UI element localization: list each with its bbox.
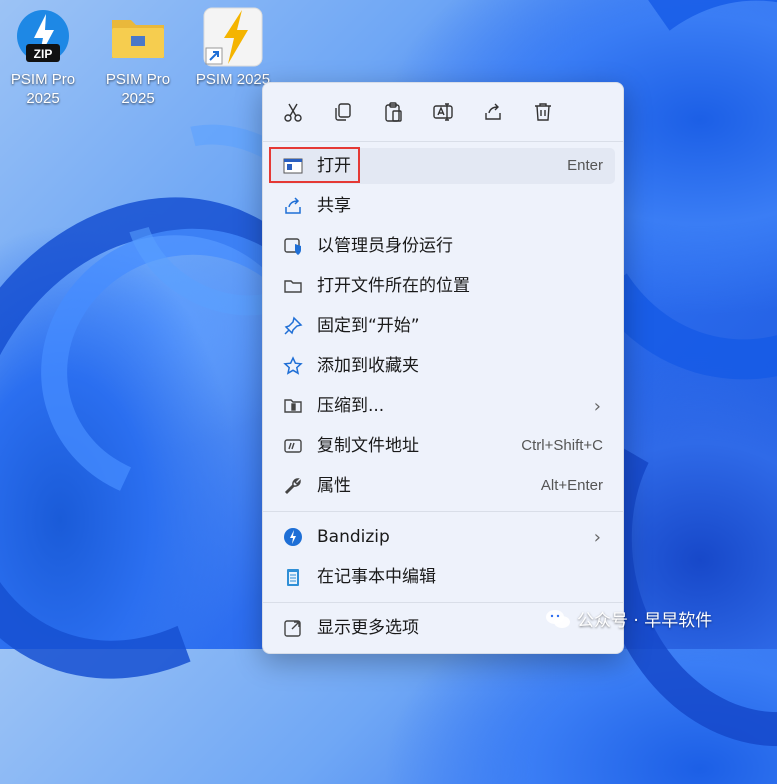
copy-path-icon — [283, 436, 303, 456]
menu-item-properties[interactable]: 属性 Alt+Enter — [269, 468, 615, 504]
zip-archive-icon: ZIP — [12, 6, 74, 68]
paste-icon — [385, 102, 402, 122]
copy-button[interactable] — [327, 97, 359, 127]
desktop-icon-label: PSIM Pro 2025 — [105, 71, 171, 107]
menu-item-copy-file-path[interactable]: 复制文件地址 Ctrl+Shift+C — [269, 428, 615, 464]
desktop-icon-psim-pro-zip[interactable]: ZIP PSIM Pro 2025 — [3, 6, 83, 108]
rename-button[interactable] — [427, 97, 459, 127]
desktop-icon-psim-shortcut[interactable]: PSIM 2025 — [193, 6, 273, 89]
menu-item-edit-in-notepad[interactable]: 在记事本中编辑 — [269, 559, 615, 595]
menu-item-bandizip[interactable]: Bandizip › — [269, 519, 615, 555]
wrench-icon — [283, 476, 303, 496]
menu-item-label: 压缩到... — [317, 396, 385, 416]
menu-divider — [263, 141, 623, 142]
star-icon — [283, 356, 303, 376]
menu-divider — [263, 602, 623, 603]
share-icon — [485, 103, 501, 120]
paste-button[interactable] — [377, 97, 409, 127]
desktop-icon-label: PSIM Pro 2025 — [10, 71, 76, 107]
menu-item-label: 复制文件地址 — [317, 436, 419, 456]
menu-item-label: 以管理员身份运行 — [317, 236, 453, 256]
share-button[interactable] — [477, 97, 509, 127]
menu-item-add-to-favorites[interactable]: 添加到收藏夹 — [269, 348, 615, 384]
context-menu-toolbar — [263, 83, 623, 141]
cut-button[interactable] — [277, 97, 309, 127]
menu-divider — [263, 511, 623, 512]
menu-item-pin-to-start[interactable]: 固定到“开始” — [269, 308, 615, 344]
bandizip-icon — [283, 527, 303, 547]
more-options-icon — [283, 618, 303, 638]
delete-button[interactable] — [527, 97, 559, 127]
copy-icon — [335, 103, 351, 121]
menu-item-label: 打开文件所在的位置 — [317, 276, 470, 296]
menu-item-compress-to[interactable]: 压缩到... › — [269, 388, 615, 424]
desktop-icon-label: PSIM 2025 — [195, 71, 271, 88]
menu-item-shortcut: Ctrl+Shift+C — [521, 437, 603, 454]
trash-icon — [535, 103, 551, 121]
compress-icon — [283, 396, 303, 416]
rename-icon — [433, 103, 453, 121]
menu-item-label: 固定到“开始” — [317, 316, 420, 336]
chevron-right-icon: › — [593, 527, 601, 548]
menu-item-shortcut: Enter — [567, 157, 603, 174]
watermark: 公众号 · 早早软件 — [545, 606, 712, 631]
psim-lightning-icon — [202, 6, 264, 68]
svg-text:ZIP: ZIP — [34, 47, 53, 61]
pin-icon — [283, 316, 303, 336]
menu-item-label: Bandizip — [317, 527, 390, 547]
menu-item-label: 属性 — [317, 476, 351, 496]
share-icon — [283, 196, 303, 216]
menu-item-label: 在记事本中编辑 — [317, 567, 436, 587]
menu-item-open-file-location[interactable]: 打开文件所在的位置 — [269, 268, 615, 304]
menu-item-run-as-admin[interactable]: 以管理员身份运行 — [269, 228, 615, 264]
menu-item-label: 显示更多选项 — [317, 618, 419, 638]
menu-item-label: 添加到收藏夹 — [317, 356, 419, 376]
folder-icon — [107, 6, 169, 68]
menu-item-share[interactable]: 共享 — [269, 188, 615, 224]
folder-icon — [283, 276, 303, 296]
watermark-text: 公众号 · 早早软件 — [577, 611, 713, 631]
scissors-icon — [284, 103, 302, 122]
wechat-icon — [546, 609, 570, 628]
chevron-right-icon: › — [593, 396, 601, 417]
menu-item-shortcut: Alt+Enter — [540, 477, 603, 494]
shield-icon — [283, 236, 303, 256]
menu-item-label: 共享 — [317, 196, 351, 216]
highlight-annotation — [269, 147, 360, 183]
notepad-icon — [283, 567, 303, 587]
desktop-icon-psim-pro-folder[interactable]: PSIM Pro 2025 — [98, 6, 178, 108]
